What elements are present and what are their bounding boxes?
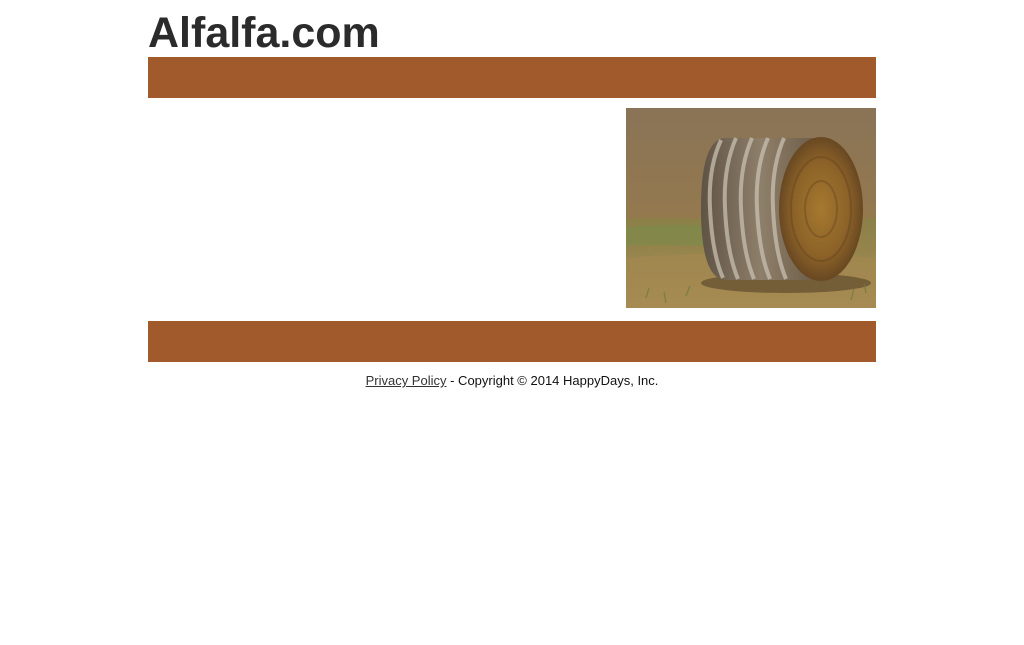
privacy-policy-link[interactable]: Privacy Policy [366, 373, 447, 388]
top-nav-bar [148, 57, 876, 98]
bottom-bar [148, 321, 876, 362]
hay-bale-image [626, 108, 876, 308]
page: Alfalfa.com Privacy Policy - Copyright ©… [0, 0, 1024, 645]
hay-bale-icon [626, 108, 876, 308]
footer: Privacy Policy - Copyright © 2014 HappyD… [148, 372, 876, 390]
copyright-text: - Copyright © 2014 HappyDays, Inc. [446, 373, 659, 388]
site-title[interactable]: Alfalfa.com [148, 9, 380, 57]
main-content [148, 108, 616, 308]
